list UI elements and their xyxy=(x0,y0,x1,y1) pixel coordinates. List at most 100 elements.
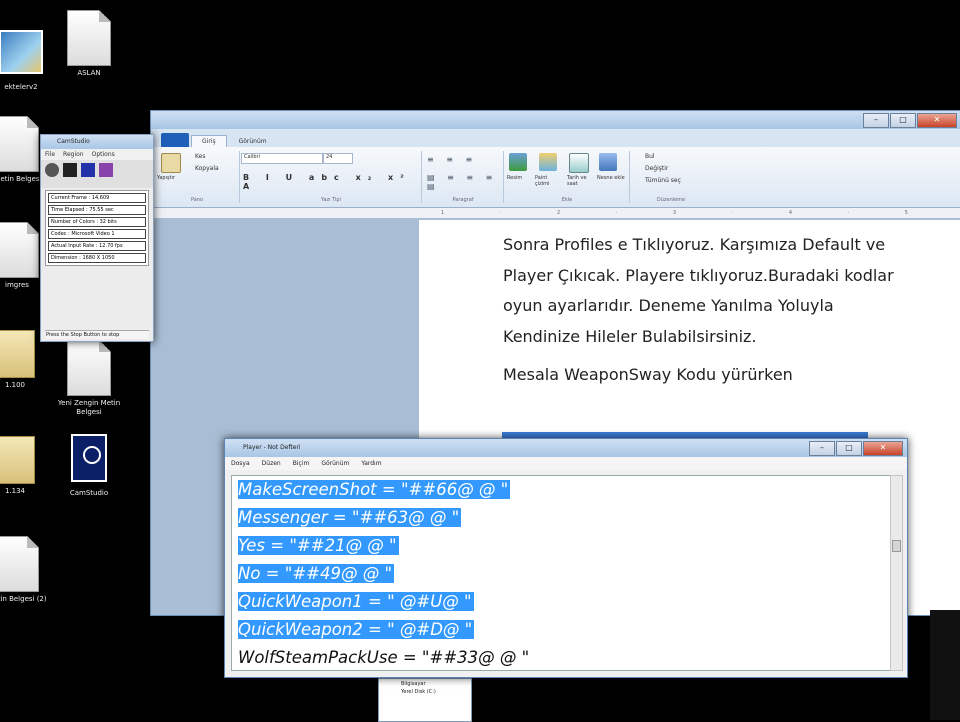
desktop-icon-yeni-zengin-metin[interactable]: Yeni Zengin Metin Belgesi xyxy=(54,340,124,417)
document-text[interactable]: Sonra Profiles e Tıklıyoruz. Karşımıza D… xyxy=(503,230,903,399)
camstudio-menu: File Region Options xyxy=(41,149,153,160)
wordpad-titlebar[interactable]: – □ ✕ xyxy=(151,111,960,129)
explorer-item-local-disk[interactable]: Yerel Disk (C:) xyxy=(379,687,471,695)
line-text: Messenger = "##63@ @ " xyxy=(238,508,462,527)
stop-icon[interactable] xyxy=(63,163,77,177)
group-label: Düzenleme xyxy=(656,197,686,203)
text-line: MakeScreenShot = "##66@ @ " xyxy=(232,476,890,504)
text-line: QuickWeapon2 = " @#D@ " xyxy=(232,616,890,644)
stat-codec: Codec : Microsoft Video 1 xyxy=(48,229,146,239)
background-window-edge xyxy=(930,610,960,720)
font-size-select[interactable]: 24 xyxy=(323,153,353,164)
text-line: QuickWeapon1 = " @#U@ " xyxy=(232,588,890,616)
record-icon[interactable] xyxy=(45,163,59,177)
desktop-icon-label: ektelerv2 xyxy=(4,83,38,91)
camstudio-stats: Current Frame : 14,609 Time Elapsed : 75… xyxy=(45,190,149,266)
minimize-button[interactable]: – xyxy=(809,441,835,456)
paragraph-buttons[interactable]: ≡ ≡ ≡ xyxy=(427,155,477,164)
font-group: Calibri 24 B I U abc x₂ x² A Yazı Tipi xyxy=(241,151,422,203)
text-line: Yes = "##21@ @ " xyxy=(232,532,890,560)
align-buttons[interactable]: ▤ ≡ ≡ ≡ ▤ xyxy=(427,173,503,191)
vertical-scrollbar[interactable] xyxy=(890,475,903,671)
menu-region[interactable]: Region xyxy=(63,151,84,158)
editing-group: Bul Değiştir Tümünü seç Düzenleme xyxy=(631,151,711,203)
insert-object-button[interactable]: Nesne ekle xyxy=(597,175,625,181)
replace-button[interactable]: Değiştir xyxy=(645,165,668,172)
camstudio-titlebar[interactable]: CamStudio xyxy=(41,135,153,149)
notepad-text-area[interactable]: MakeScreenShot = "##66@ @ " Messenger = … xyxy=(231,475,891,671)
object-icon[interactable] xyxy=(599,153,617,171)
close-button[interactable]: ✕ xyxy=(917,113,957,128)
tab-view[interactable]: Görünüm xyxy=(229,136,277,147)
picture-button[interactable]: Resim xyxy=(507,175,522,181)
select-all-button[interactable]: Tümünü seç xyxy=(645,177,681,184)
datetime-button[interactable]: Tarih ve saat xyxy=(567,175,593,187)
line-text: QuickWeapon2 = " @#D@ " xyxy=(238,620,475,639)
scrollbar-thumb[interactable] xyxy=(892,540,901,552)
image-file-icon xyxy=(0,24,43,80)
menu-file[interactable]: Dosya xyxy=(231,460,250,467)
ribbon: Yapıştır Kes Kopyala Pano Calibri 24 B I… xyxy=(151,147,960,208)
notepad-window: Player - Not Defteri – □ ✕ Dosya Düzen B… xyxy=(224,438,908,678)
line-text: Yes = "##21@ @ " xyxy=(238,536,399,555)
pause-icon[interactable] xyxy=(81,163,95,177)
group-label: Ekle xyxy=(561,197,573,203)
document-file-icon xyxy=(67,10,111,66)
copy-button[interactable]: Kopyala xyxy=(195,165,219,172)
text-line: Messenger = "##63@ @ " xyxy=(232,504,890,532)
ribbon-tabs: Giriş Görünüm xyxy=(151,129,960,147)
explorer-item-computer[interactable]: Bilgisayar xyxy=(379,679,471,687)
insert-group: Resim Paint çizimi Tarih ve saat Nesne e… xyxy=(505,151,630,203)
folder-icon xyxy=(0,322,37,378)
maximize-button[interactable]: □ xyxy=(890,113,916,128)
picture-icon[interactable] xyxy=(509,153,527,171)
camstudio-toolbar xyxy=(41,160,153,188)
line-text: No = "##49@ @ " xyxy=(238,564,395,583)
desktop-icon-metin-belgesi-2[interactable]: Metin Belgesi (2) xyxy=(0,536,52,604)
paint-button[interactable]: Paint çizimi xyxy=(535,175,563,187)
stat-time-elapsed: Time Elapsed : 75.55 sec xyxy=(48,205,146,215)
calendar-icon[interactable] xyxy=(569,153,589,173)
desktop-icon-label: CamStudio xyxy=(69,489,109,497)
paste-button[interactable]: Yapıştır xyxy=(157,175,175,181)
menu-view[interactable]: Görünüm xyxy=(321,460,349,467)
desktop-icon-1-134[interactable]: 1.134 xyxy=(0,428,50,496)
folder-icon xyxy=(0,428,37,484)
menu-help[interactable]: Yardım xyxy=(361,460,381,467)
line-text: WolfSteamPackUse = "##33@ @ " xyxy=(238,648,530,667)
maximize-button[interactable]: □ xyxy=(836,441,862,456)
desktop-icon-aslan[interactable]: ASLAN xyxy=(54,10,124,78)
paint-icon[interactable] xyxy=(539,153,557,171)
app-menu-button[interactable] xyxy=(161,133,189,147)
text-line: No = "##49@ @ " xyxy=(232,560,890,588)
desktop-icon-camstudio[interactable]: CamStudio xyxy=(54,430,124,498)
desktop-icon-label: Yeni Zengin Metin Belgesi xyxy=(57,399,121,416)
stat-current-frame: Current Frame : 14,609 xyxy=(48,193,146,203)
group-label: Paragraf xyxy=(452,197,474,203)
font-name-select[interactable]: Calibri xyxy=(241,153,323,164)
find-button[interactable]: Bul xyxy=(645,153,655,160)
text-line: WolfSteamPackUse = "##33@ @ " xyxy=(232,644,890,670)
menu-file[interactable]: File xyxy=(45,151,55,158)
notepad-titlebar[interactable]: Player - Not Defteri xyxy=(225,439,907,457)
close-button[interactable]: ✕ xyxy=(863,441,903,456)
desktop-icon-label: ASLAN xyxy=(77,69,101,77)
menu-format[interactable]: Biçim xyxy=(293,460,310,467)
menu-edit[interactable]: Düzen xyxy=(262,460,281,467)
group-label: Yazı Tipi xyxy=(321,197,341,203)
tab-home[interactable]: Giriş xyxy=(191,135,227,147)
menu-options[interactable]: Options xyxy=(92,151,115,158)
clipboard-group: Yapıştır Kes Kopyala Pano xyxy=(155,151,240,203)
desktop-icon-label: 1.100 xyxy=(4,381,26,389)
desktop-icon-ektelerv2[interactable]: ektelerv2 xyxy=(0,24,56,92)
cut-button[interactable]: Kes xyxy=(195,153,205,160)
minimize-button[interactable]: – xyxy=(863,113,889,128)
group-label: Pano xyxy=(190,197,204,203)
paragraph-group: ≡ ≡ ≡ ▤ ≡ ≡ ≡ ▤ Paragraf xyxy=(423,151,504,203)
document-file-icon xyxy=(0,116,39,172)
document-file-icon xyxy=(0,536,39,592)
desktop-icon-label: Metin Belgesi (2) xyxy=(0,595,47,603)
paste-icon[interactable] xyxy=(161,153,181,173)
settings-icon[interactable] xyxy=(99,163,113,177)
font-format-buttons[interactable]: B I U abc x₂ x² A xyxy=(243,173,421,191)
